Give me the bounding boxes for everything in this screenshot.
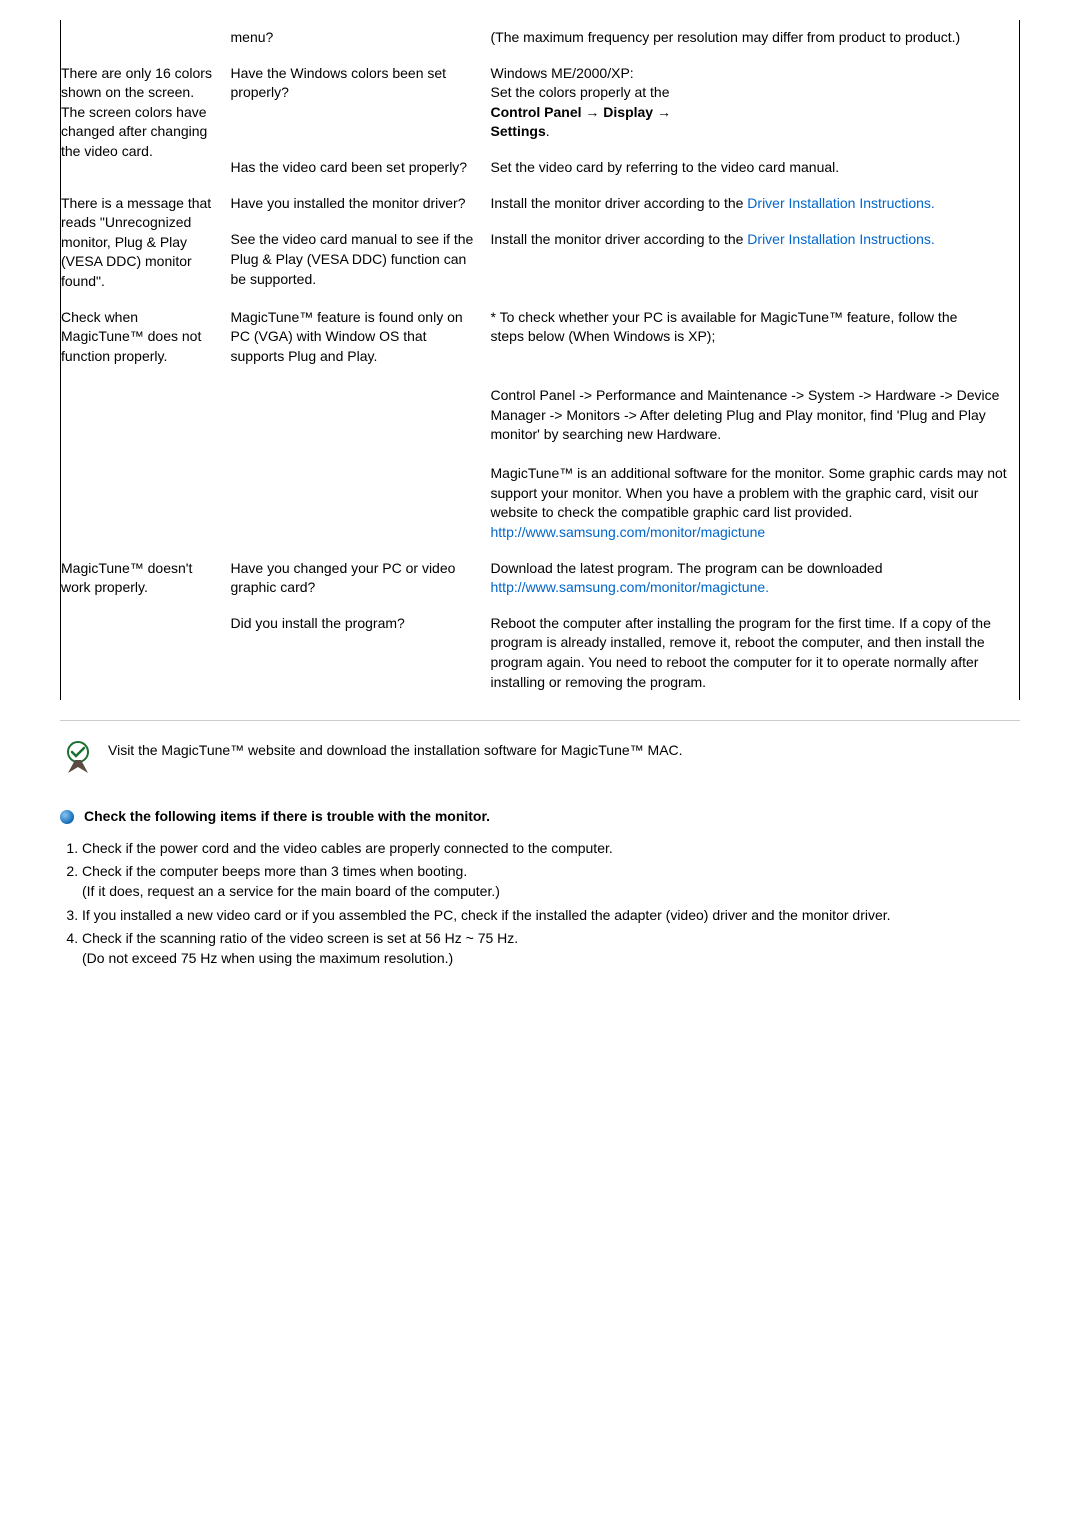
list-item: If you installed a new video card or if … — [82, 906, 1020, 926]
download-link[interactable]: http://www.samsung.com/monitor/magictune… — [491, 579, 770, 595]
list-item: Check if the computer beeps more than 3 … — [82, 862, 1020, 901]
driver-install-link[interactable]: Driver Installation Instructions. — [747, 231, 935, 247]
table-row: Check when MagicTune™ does not function … — [61, 300, 1020, 551]
table-row: There is a message that reads "Unrecogni… — [61, 186, 1020, 223]
solution-cell: Set the video card by referring to the v… — [491, 150, 1020, 186]
magictune-icon — [60, 741, 96, 777]
symptom-cell: Check when MagicTune™ does not function … — [61, 300, 231, 551]
troubleshooting-table: menu?(The maximum frequency per resoluti… — [60, 20, 1020, 700]
solution-cell: (The maximum frequency per resolution ma… — [491, 20, 1020, 56]
solution-cell: Download the latest program. The program… — [491, 551, 1020, 606]
table-row: MagicTune™ doesn't work properly.Have yo… — [61, 551, 1020, 606]
list-item: Check if the scanning ratio of the video… — [82, 929, 1020, 968]
table-row: There are only 16 colors shown on the sc… — [61, 56, 1020, 150]
list-item: Check if the power cord and the video ca… — [82, 839, 1020, 859]
check-cell: Have you installed the monitor driver? — [231, 186, 491, 223]
table-row: menu?(The maximum frequency per resoluti… — [61, 20, 1020, 56]
check-cell: Have you changed your PC or video graphi… — [231, 551, 491, 606]
symptom-cell: There are only 16 colors shown on the sc… — [61, 56, 231, 186]
check-heading: Check the following items if there is tr… — [84, 807, 490, 827]
solution-cell: Windows ME/2000/XP:Set the colors proper… — [491, 56, 1020, 150]
visit-text: Visit the MagicTune™ website and downloa… — [108, 741, 683, 761]
solution-cell: Reboot the computer after installing the… — [491, 606, 1020, 700]
checks-list: Check if the power cord and the video ca… — [60, 839, 1020, 969]
check-cell: Has the video card been set properly? — [231, 150, 491, 186]
divider — [60, 720, 1020, 721]
check-heading-row: Check the following items if there is tr… — [60, 807, 1020, 827]
solution-cell: Install the monitor driver according to … — [491, 222, 1020, 299]
check-cell: menu? — [231, 20, 491, 56]
visit-note: Visit the MagicTune™ website and downloa… — [60, 741, 1020, 777]
symptom-cell: There is a message that reads "Unrecogni… — [61, 186, 231, 300]
check-cell: Have the Windows colors been set properl… — [231, 56, 491, 150]
check-cell: See the video card manual to see if the … — [231, 222, 491, 299]
solution-cell: Install the monitor driver according to … — [491, 186, 1020, 223]
check-cell: MagicTune™ feature is found only on PC (… — [231, 300, 491, 551]
driver-install-link[interactable]: Driver Installation Instructions. — [747, 195, 935, 211]
solution-cell: * To check whether your PC is available … — [491, 300, 1020, 551]
check-cell: Did you install the program? — [231, 606, 491, 700]
bullet-icon — [60, 810, 74, 824]
symptom-cell — [61, 20, 231, 56]
magictune-link[interactable]: http://www.samsung.com/monitor/magictune — [491, 524, 766, 540]
symptom-cell: MagicTune™ doesn't work properly. — [61, 551, 231, 701]
